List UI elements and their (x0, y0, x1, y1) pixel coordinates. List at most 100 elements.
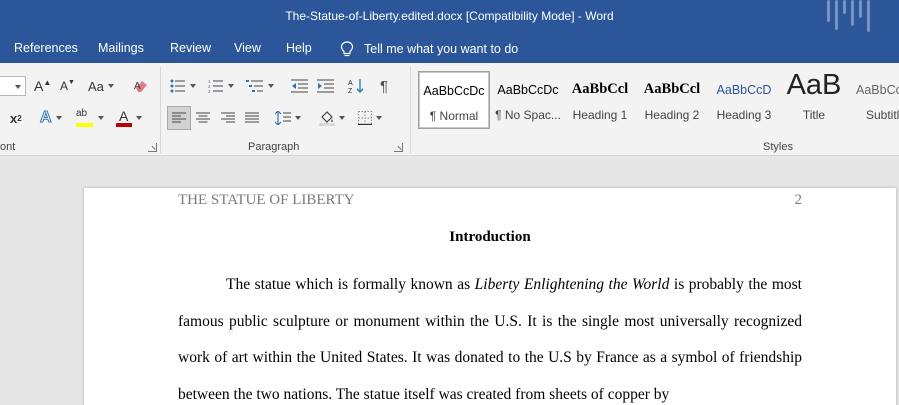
multilevel-dropdown-icon (268, 84, 274, 88)
change-case-dropdown-icon (107, 84, 114, 88)
font-dialog-launcher-icon[interactable] (148, 143, 157, 152)
justify-button[interactable] (245, 107, 259, 129)
numbering-icon: 1 2 3 (208, 79, 223, 93)
lightbulb-icon (340, 41, 354, 57)
show-formatting-marks-button[interactable]: ¶ (380, 75, 388, 97)
decrease-indent-icon (291, 79, 308, 93)
style-title[interactable]: AaB Title (778, 69, 850, 129)
superscript-mark: 2 (17, 113, 22, 123)
grow-font-caret-icon: ▲ (43, 77, 52, 87)
superscript-label: x (10, 110, 18, 126)
font-size-box[interactable] (0, 76, 26, 96)
shading-dropdown-icon (339, 116, 345, 120)
multilevel-list-button[interactable] (246, 75, 274, 97)
style-preview: AaBbCc (856, 83, 899, 97)
style-heading-2[interactable]: AaBbCcl Heading 2 (636, 71, 708, 129)
align-center-button[interactable] (196, 107, 210, 129)
pilcrow-icon: ¶ (380, 77, 389, 95)
line-spacing-dropdown-icon (295, 116, 301, 120)
paragraph-text: is probably the most famous public sculp… (178, 276, 802, 403)
shading-button[interactable] (319, 107, 345, 129)
style-heading-3[interactable]: AaBbCcD Heading 3 (708, 71, 780, 129)
document-page[interactable]: THE STATUE OF LIBERTY 2 Introduction The… (84, 188, 896, 405)
tab-view[interactable]: View (234, 41, 261, 55)
style-name: ¶ No Spac... (495, 108, 561, 122)
text-effects-button[interactable]: A (40, 107, 62, 129)
superscript-button[interactable]: x2 (10, 107, 22, 129)
font-color-button[interactable]: A (116, 107, 142, 129)
style-name: Heading 1 (572, 108, 628, 122)
font-color-letter: A (119, 108, 129, 124)
paragraph-text: The statue which is formally known as (226, 276, 475, 293)
paragraph-group-label: Paragraph (248, 141, 300, 153)
running-head: THE STATUE OF LIBERTY (178, 192, 355, 208)
ribbon-tabs: References Mailings Review View Help Tel… (0, 33, 899, 63)
ribbon: A ▲ A ▼ Aa A x2 A ab A ont 1 2 3 A Z ¶ P… (0, 63, 899, 156)
increase-indent-button[interactable] (317, 75, 335, 97)
svg-text:A: A (348, 80, 353, 87)
highlight-button[interactable]: ab (76, 107, 104, 129)
highlighter-icon: ab (76, 108, 94, 128)
document-area[interactable]: THE STATUE OF LIBERTY 2 Introduction The… (0, 156, 899, 405)
change-case-label: Aa (88, 78, 104, 94)
bullets-button[interactable] (170, 75, 196, 97)
multilevel-list-icon (246, 80, 263, 92)
svg-text:Z: Z (348, 88, 353, 94)
eraser-icon: A (134, 81, 147, 92)
font-color-dropdown-icon (136, 116, 142, 120)
align-right-button[interactable] (221, 107, 235, 129)
change-case-button[interactable]: Aa (88, 75, 114, 97)
highlight-underline (76, 123, 93, 127)
clear-formatting-button[interactable]: A (133, 75, 149, 97)
window-title: The-Statue-of-Liberty.edited.docx [Compa… (285, 9, 614, 23)
title-bar: The-Statue-of-Liberty.edited.docx [Compa… (0, 0, 899, 33)
text-effects-label: A (40, 109, 53, 127)
style-name: Title (802, 108, 826, 122)
tab-review[interactable]: Review (170, 41, 211, 55)
shrink-font-button[interactable]: A ▼ (60, 75, 75, 97)
highlight-letters: ab (76, 108, 88, 119)
shrink-font-caret-icon: ▼ (68, 78, 75, 86)
sort-icon: A Z (348, 79, 364, 94)
grow-font-button[interactable]: A ▲ (34, 75, 51, 97)
style-normal[interactable]: AaBbCcDc ¶ Normal (418, 71, 490, 129)
borders-button[interactable] (358, 107, 382, 129)
paragraph-italic-title: Liberty Enlightening the World (474, 276, 670, 293)
font-color-icon: A (116, 108, 132, 128)
style-name: Subtitle (866, 108, 899, 122)
line-spacing-button[interactable] (275, 107, 301, 129)
style-preview: AaBbCcDc (423, 84, 485, 98)
style-name: Heading 3 (716, 108, 772, 122)
font-size-dropdown-icon (15, 85, 21, 89)
style-heading-1[interactable]: AaBbCcl Heading 1 (564, 71, 636, 129)
style-no-spacing[interactable]: AaBbCcDc ¶ No Spac... (492, 71, 564, 129)
sort-button[interactable]: A Z (348, 75, 364, 97)
section-heading: Introduction (449, 229, 531, 245)
body-paragraph: The statue which is formally known as Li… (178, 267, 802, 405)
numbering-dropdown-icon (228, 84, 234, 88)
bullets-icon (170, 79, 185, 93)
style-preview: AaB (786, 69, 842, 101)
style-preview: AaBbCcDc (497, 83, 559, 97)
tab-help[interactable]: Help (286, 41, 312, 55)
group-divider (160, 67, 161, 153)
align-left-button[interactable] (167, 106, 191, 130)
decrease-indent-button[interactable] (291, 75, 309, 97)
borders-dropdown-icon (376, 116, 382, 120)
shrink-font-label: A (60, 79, 69, 93)
style-name: ¶ Normal (429, 109, 479, 123)
highlight-dropdown-icon (98, 116, 104, 120)
numbering-button[interactable]: 1 2 3 (208, 75, 234, 97)
tell-me-search[interactable]: Tell me what you want to do (340, 41, 518, 57)
styles-group-label: Styles (763, 141, 793, 153)
paragraph-dialog-launcher-icon[interactable] (394, 143, 403, 152)
bullets-dropdown-icon (190, 84, 196, 88)
style-preview: AaBbCcl (571, 81, 629, 97)
text-effects-dropdown-icon (55, 116, 62, 120)
font-group-label: ont (0, 141, 16, 153)
tab-references[interactable]: References (14, 41, 78, 55)
justify-icon (245, 112, 259, 123)
tab-mailings[interactable]: Mailings (98, 41, 144, 55)
increase-indent-icon (317, 79, 334, 93)
style-subtitle[interactable]: AaBbCc Subtitle (850, 71, 899, 129)
